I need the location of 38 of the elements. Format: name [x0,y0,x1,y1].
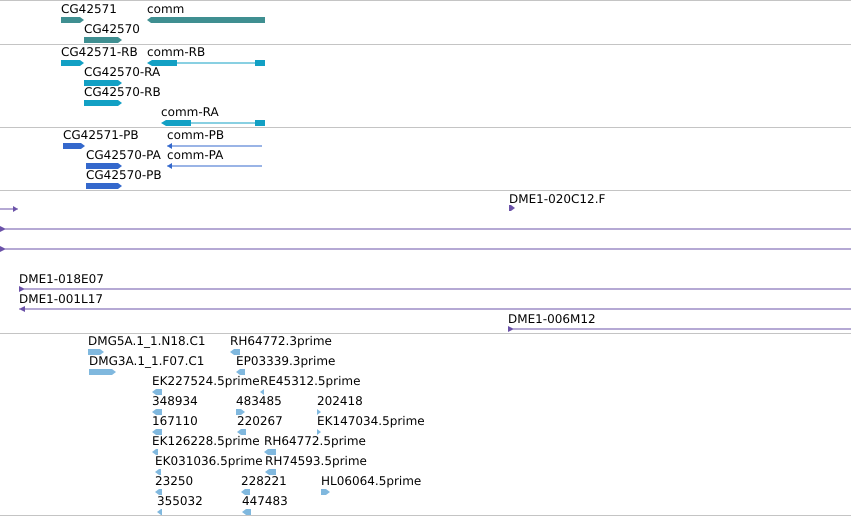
feature-label: CG42570-PB [86,169,162,182]
feature-label: 220267 [237,415,283,428]
feature-label: DME1-006M12 [508,313,596,326]
feature-label: RH64772.5prime [264,435,366,448]
feature-label: DME1-020C12.F [509,193,606,206]
feature-label: 23250 [155,475,194,488]
feature-label: 447483 [242,495,288,508]
feature-label: RH74593.5prime [265,455,367,468]
feature-label: EK147034.5prime [317,415,425,428]
feature-label: 348934 [152,395,198,408]
feature-label: DME1-018E07 [19,273,104,286]
feature-label: RE45312.5prime [260,375,360,388]
feature-label: comm-RA [161,106,219,119]
feature-label: CG42570 [84,23,140,36]
feature-label: CG42571-PB [63,129,139,142]
feature-label: CG42571 [61,3,117,16]
feature-label: 483485 [236,395,282,408]
feature-label: HL06064.5prime [321,475,422,488]
feature-label: 202418 [317,395,363,408]
feature-label: DMG5A.1_1.N18.C1 [88,335,206,348]
feature-label: EK031036.5prime [155,455,263,468]
feature-label: EK126228.5prime [152,435,260,448]
feature-label: DME1-001L17 [19,293,103,306]
feature-label: 167110 [152,415,198,428]
feature-label: DMG3A.1_1.F07.C1 [89,355,204,368]
feature-label: comm-RB [147,46,206,59]
feature-label: 355032 [157,495,203,508]
feature-label: EK227524.5prime [152,375,260,388]
feature-label: comm-PA [167,149,224,162]
feature-label: CG42571-RB [61,46,138,59]
feature-label: comm-PB [167,129,224,142]
feature-label: CG42570-RB [84,86,161,99]
feature-label: 228221 [241,475,287,488]
feature-label: comm [147,3,184,16]
feature-label: CG42570-RA [84,66,160,79]
feature-label: CG42570-PA [86,149,161,162]
feature-label: RH64772.3prime [230,335,332,348]
feature-label: EP03339.3prime [236,355,336,368]
